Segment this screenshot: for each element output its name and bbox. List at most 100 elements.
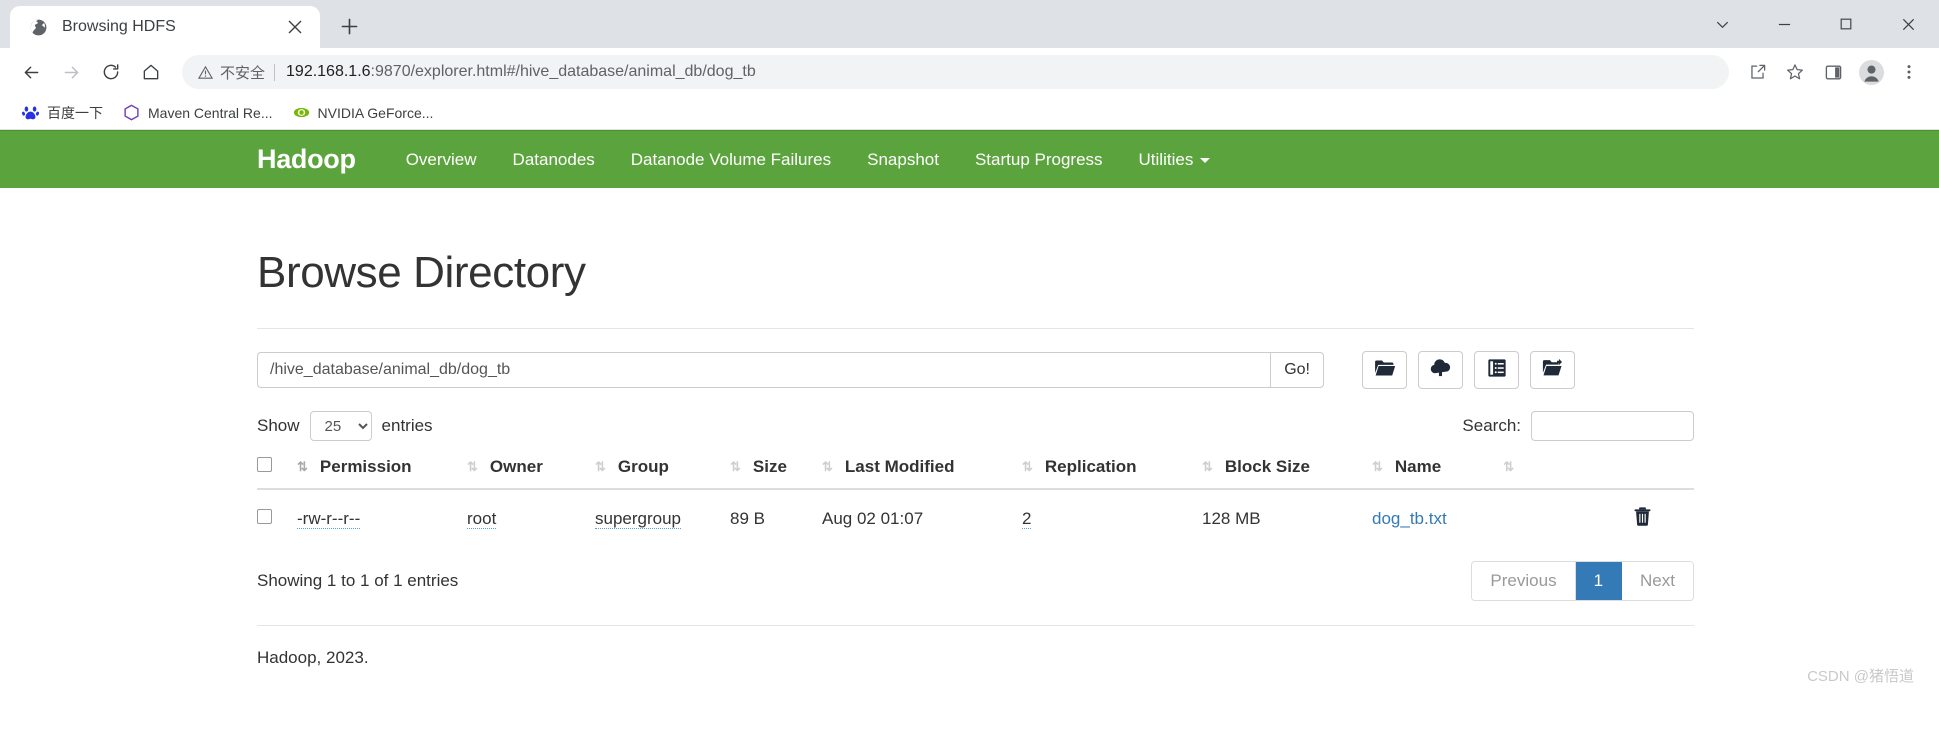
forward-arrow-icon[interactable] bbox=[52, 53, 90, 91]
col-size-label: Size bbox=[752, 457, 787, 476]
files-table-body: -rw-r--r-- root supergroup 89 B Aug 02 0… bbox=[257, 489, 1694, 547]
file-link[interactable]: dog_tb.txt bbox=[1372, 509, 1447, 528]
tab-close-icon[interactable] bbox=[282, 14, 308, 40]
row-checkbox[interactable] bbox=[257, 509, 272, 524]
url-text: 192.168.1.6:9870/explorer.html#/hive_dat… bbox=[286, 63, 756, 81]
bookmark-item-maven[interactable]: Maven Central Re... bbox=[115, 100, 281, 125]
hadoop-brand[interactable]: Hadoop bbox=[257, 144, 356, 175]
cut-paste-button[interactable] bbox=[1530, 351, 1575, 389]
address-bar[interactable]: 不安全 192.168.1.6:9870/explorer.html#/hive… bbox=[182, 55, 1729, 89]
table-footer: Showing 1 to 1 of 1 entries Previous 1 N… bbox=[257, 561, 1694, 601]
upload-files-button[interactable] bbox=[1418, 351, 1463, 389]
url-host: 192.168.1.6 bbox=[286, 63, 371, 80]
directory-action-buttons bbox=[1362, 351, 1575, 389]
col-last-modified-label: Last Modified bbox=[844, 457, 955, 476]
bookmark-item-baidu[interactable]: 百度一下 bbox=[14, 99, 111, 127]
nav-item-snapshot[interactable]: Snapshot bbox=[849, 150, 957, 170]
copyright-text: Hadoop, 2023. bbox=[257, 648, 369, 667]
back-arrow-icon[interactable] bbox=[12, 53, 50, 91]
site-navbar: Hadoop Overview Datanodes Datanode Volum… bbox=[0, 130, 1939, 188]
snapshot-list-button[interactable] bbox=[1474, 351, 1519, 389]
sort-icon: ⇅ bbox=[1022, 459, 1033, 474]
maximize-icon[interactable] bbox=[1815, 2, 1877, 46]
baidu-paw-icon bbox=[22, 104, 39, 121]
select-all-checkbox[interactable] bbox=[257, 457, 272, 472]
home-icon[interactable] bbox=[132, 53, 170, 91]
sort-icon: ⇅ bbox=[467, 459, 478, 474]
tab-title: Browsing HDFS bbox=[62, 18, 176, 35]
owner-value[interactable]: root bbox=[467, 509, 497, 530]
col-permission-label: Permission bbox=[319, 457, 412, 476]
nvidia-eye-icon bbox=[293, 104, 310, 121]
minimize-icon[interactable] bbox=[1753, 2, 1815, 46]
folder-open-icon bbox=[1374, 359, 1396, 382]
row-checkbox-cell[interactable] bbox=[257, 489, 297, 547]
cell-group: supergroup bbox=[595, 489, 730, 547]
path-input[interactable] bbox=[257, 352, 1271, 388]
pagination-previous[interactable]: Previous bbox=[1472, 562, 1576, 600]
pagination: Previous 1 Next bbox=[1471, 561, 1694, 601]
title-divider bbox=[257, 328, 1694, 329]
go-button[interactable]: Go! bbox=[1270, 352, 1324, 388]
security-status[interactable]: 不安全 bbox=[198, 62, 265, 83]
nav-item-datanodes[interactable]: Datanodes bbox=[495, 150, 613, 170]
col-block-size-label: Block Size bbox=[1224, 457, 1310, 476]
profile-avatar-icon[interactable] bbox=[1853, 54, 1889, 90]
bookmarks-bar: 百度一下 Maven Central Re... NVIDIA GeForce.… bbox=[0, 96, 1939, 130]
permission-value[interactable]: -rw-r--r-- bbox=[297, 509, 361, 530]
sort-icon: ⇅ bbox=[822, 459, 833, 474]
col-permission[interactable]: ⇅ Permission bbox=[297, 457, 467, 490]
cell-permission: -rw-r--r-- bbox=[297, 489, 467, 547]
star-icon[interactable] bbox=[1777, 54, 1813, 90]
warning-triangle-icon bbox=[198, 65, 213, 80]
pagination-page-1[interactable]: 1 bbox=[1575, 562, 1623, 600]
entries-label: entries bbox=[381, 416, 433, 435]
group-value[interactable]: supergroup bbox=[595, 509, 682, 530]
table-controls: Show 25 50 100 entries Search: bbox=[257, 411, 1694, 441]
share-icon[interactable] bbox=[1739, 54, 1775, 90]
col-last-modified[interactable]: ⇅ Last Modified bbox=[822, 457, 1022, 490]
col-select-all[interactable] bbox=[257, 457, 297, 490]
close-icon[interactable] bbox=[1877, 2, 1939, 46]
side-panel-icon[interactable] bbox=[1815, 54, 1851, 90]
sort-icon: ⇅ bbox=[1503, 459, 1514, 474]
page-inner: Browse Directory Go! bbox=[257, 248, 1694, 668]
nav-item-startup-progress[interactable]: Startup Progress bbox=[957, 150, 1121, 170]
replication-value[interactable]: 2 bbox=[1022, 509, 1032, 530]
show-label: Show bbox=[257, 416, 300, 435]
path-input-group: Go! bbox=[257, 352, 1324, 388]
trash-icon[interactable] bbox=[1634, 507, 1651, 530]
chevron-down-icon[interactable] bbox=[1691, 2, 1753, 46]
bookmark-item-nvidia[interactable]: NVIDIA GeForce... bbox=[285, 100, 442, 125]
col-size[interactable]: ⇅ Size bbox=[730, 457, 822, 490]
browser-tab-active[interactable]: Browsing HDFS bbox=[10, 6, 320, 48]
bookmark-label: Maven Central Re... bbox=[148, 104, 273, 121]
omnibox-divider bbox=[274, 63, 276, 81]
cell-replication: 2 bbox=[1022, 489, 1202, 547]
page-length-select[interactable]: 25 50 100 bbox=[309, 411, 372, 441]
entries-info: Showing 1 to 1 of 1 entries bbox=[257, 571, 459, 590]
col-replication[interactable]: ⇅ Replication bbox=[1022, 457, 1202, 490]
three-dot-menu-icon[interactable] bbox=[1891, 54, 1927, 90]
reload-icon[interactable] bbox=[92, 53, 130, 91]
nav-item-datanode-volume-failures[interactable]: Datanode Volume Failures bbox=[613, 150, 849, 170]
col-owner[interactable]: ⇅ Owner bbox=[467, 457, 595, 490]
col-group-label: Group bbox=[617, 457, 669, 476]
nav-item-overview[interactable]: Overview bbox=[388, 150, 495, 170]
sort-icon: ⇅ bbox=[297, 459, 308, 474]
cloud-upload-icon bbox=[1429, 358, 1453, 382]
search-input[interactable] bbox=[1531, 411, 1694, 441]
col-block-size[interactable]: ⇅ Block Size bbox=[1202, 457, 1372, 490]
url-path: :9870/explorer.html#/hive_database/anima… bbox=[370, 63, 756, 80]
search-label: Search: bbox=[1462, 416, 1521, 435]
table-row[interactable]: -rw-r--r-- root supergroup 89 B Aug 02 0… bbox=[257, 489, 1694, 547]
pagination-next[interactable]: Next bbox=[1622, 562, 1693, 600]
files-table: ⇅ Permission ⇅ Owner ⇅ Group ⇅ Size ⇅ La… bbox=[257, 457, 1694, 547]
new-tab-button[interactable] bbox=[330, 7, 368, 45]
create-directory-button[interactable] bbox=[1362, 351, 1407, 389]
entries-selector: Show 25 50 100 entries bbox=[257, 411, 433, 441]
nav-item-utilities[interactable]: Utilities bbox=[1121, 150, 1229, 170]
col-group[interactable]: ⇅ Group bbox=[595, 457, 730, 490]
cell-block-size: 128 MB bbox=[1202, 509, 1261, 528]
col-name[interactable]: ⇅ Name ⇅ bbox=[1372, 457, 1634, 490]
